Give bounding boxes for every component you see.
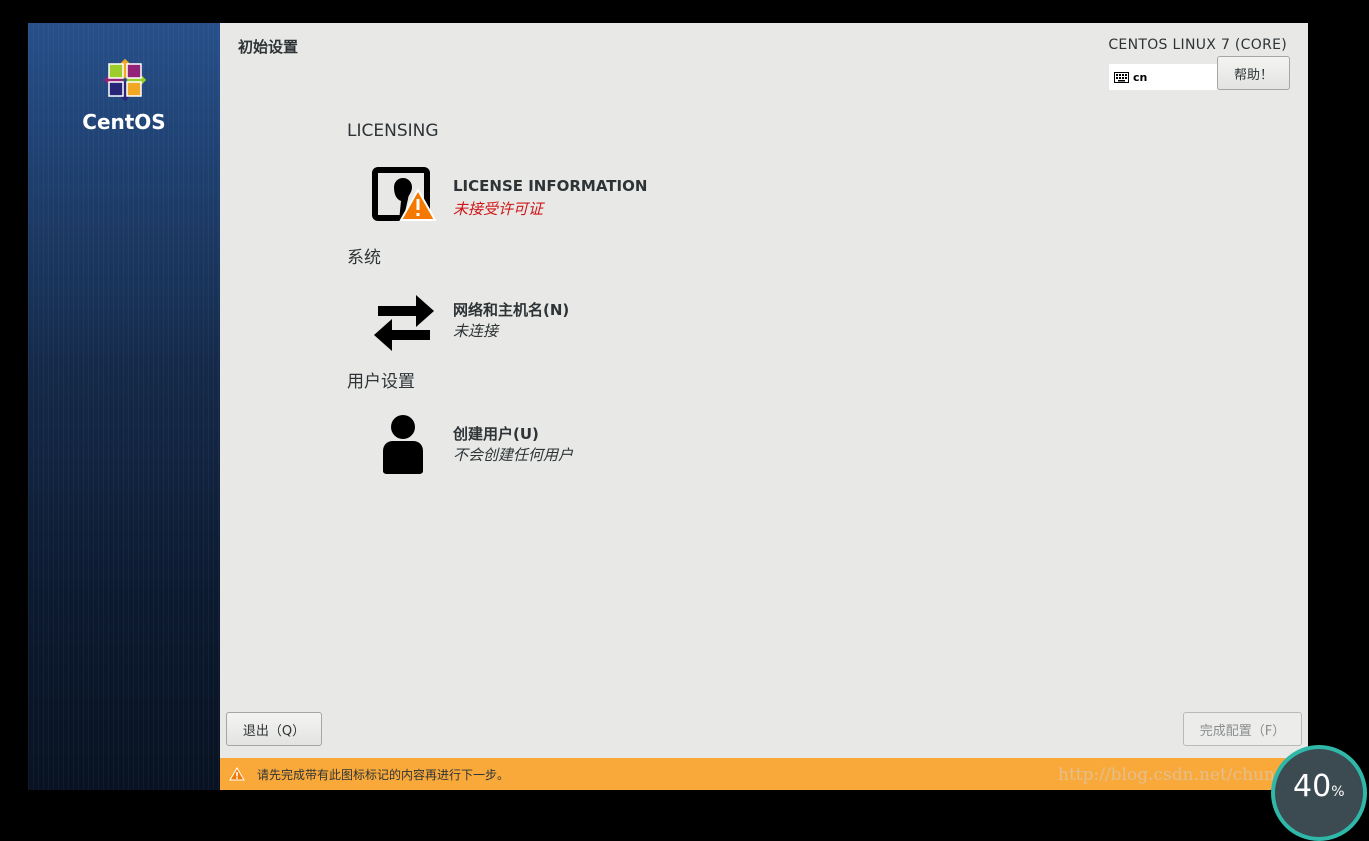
keyboard-icon [1114, 71, 1129, 83]
finish-configuration-button[interactable]: 完成配置（F） [1183, 712, 1302, 746]
category-user-settings: 用户设置 [347, 372, 415, 392]
help-button[interactable]: 帮助！ [1217, 56, 1290, 90]
centos-logo-icon [103, 58, 147, 102]
progress-widget: 40% [1271, 745, 1367, 841]
user-icon [383, 415, 423, 474]
installer-screen: CentOS 初始设置 CENTOS LINUX 7 (CORE) cn 帮助！… [28, 23, 1308, 790]
spoke-title: 网络和主机名(N) [453, 301, 570, 319]
distro-name: CENTOS LINUX 7 (CORE) [1108, 37, 1287, 53]
keyboard-layout-indicator[interactable]: cn [1109, 64, 1217, 90]
spoke-status: 未连接 [453, 322, 499, 340]
spoke-title: 创建用户(U) [453, 425, 539, 443]
spoke-title: LICENSE INFORMATION [453, 177, 648, 195]
sidebar: CentOS [28, 23, 220, 790]
warning-message: 请先完成带有此图标标记的内容再进行下一步。 [257, 767, 510, 782]
spoke-status: 不会创建任何用户 [453, 446, 574, 464]
progress-label: 40% [1293, 769, 1345, 804]
page-title: 初始设置 [238, 38, 299, 56]
centos-logo-text: CentOS [82, 110, 166, 134]
category-licensing: LICENSING [347, 121, 439, 141]
spoke-create-user[interactable]: 创建用户(U) 不会创建任何用户 [372, 413, 852, 475]
spoke-license-information[interactable]: LICENSE INFORMATION 未接受许可证 [372, 167, 852, 229]
license-warning-icon [372, 167, 436, 221]
warning-icon [229, 767, 245, 781]
progress-value: 40 [1293, 769, 1332, 804]
category-system: 系统 [347, 248, 381, 268]
spoke-status: 未接受许可证 [453, 200, 544, 218]
quit-button[interactable]: 退出（Q） [226, 712, 322, 746]
main-panel: 初始设置 CENTOS LINUX 7 (CORE) cn 帮助！ LICENS… [220, 23, 1308, 790]
network-arrows-icon [374, 295, 434, 351]
keyboard-layout-label: cn [1133, 70, 1148, 84]
spoke-network-hostname[interactable]: 网络和主机名(N) 未连接 [372, 289, 852, 351]
